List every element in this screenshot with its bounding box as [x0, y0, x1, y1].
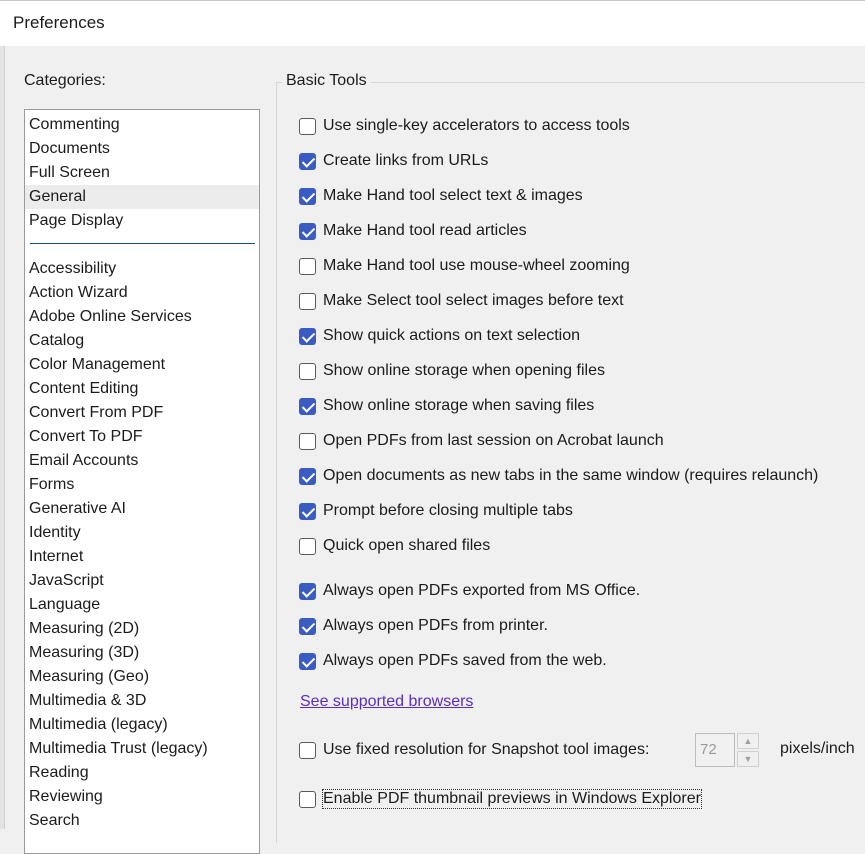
- category-separator: [25, 233, 259, 257]
- category-item[interactable]: Email Accounts: [25, 449, 259, 473]
- option-label: Quick open shared files: [323, 537, 491, 554]
- checkbox-checked[interactable]: [299, 397, 316, 415]
- basic-tools-option[interactable]: Prompt before closing multiple tabs: [299, 500, 573, 522]
- checkbox-unchecked[interactable]: [299, 362, 316, 380]
- option-label: Always open PDFs saved from the web.: [323, 652, 607, 669]
- window-title: Preferences: [13, 13, 105, 32]
- checkbox-checked[interactable]: [299, 152, 316, 170]
- category-item[interactable]: Generative AI: [25, 497, 259, 521]
- basic-tools-option[interactable]: Create links from URLs: [299, 150, 488, 172]
- basic-tools-label: Basic Tools: [282, 72, 371, 90]
- category-item[interactable]: Multimedia (legacy): [25, 713, 259, 737]
- basic-tools-option[interactable]: Make Select tool select images before te…: [299, 290, 624, 312]
- basic-tools-option[interactable]: Open documents as new tabs in the same w…: [299, 465, 818, 487]
- category-item[interactable]: Convert From PDF: [25, 401, 259, 425]
- checkbox-unchecked[interactable]: [299, 292, 316, 310]
- category-item[interactable]: Language: [25, 593, 259, 617]
- snapshot-resolution-checkbox[interactable]: [299, 741, 316, 759]
- checkbox-checked[interactable]: [299, 502, 316, 520]
- option-label: Always open PDFs from printer.: [323, 617, 548, 634]
- category-item[interactable]: Documents: [25, 137, 259, 161]
- category-item[interactable]: Full Screen: [25, 161, 259, 185]
- thumbnail-preview-label: Enable PDF thumbnail previews in Windows…: [322, 789, 702, 809]
- category-item[interactable]: JavaScript: [25, 569, 259, 593]
- title-bar: Preferences: [0, 0, 865, 47]
- option-label: Make Hand tool use mouse-wheel zooming: [323, 257, 630, 274]
- categories-list[interactable]: Commenting Documents Full Screen General Pag…: [24, 109, 260, 854]
- option-label: Open PDFs from last session on Acrobat l…: [323, 432, 664, 449]
- option-label: Prompt before closing multiple tabs: [323, 502, 573, 519]
- option-label: Create links from URLs: [323, 152, 489, 169]
- checkbox-checked[interactable]: [299, 617, 316, 635]
- left-border: [0, 46, 5, 829]
- basic-tools-option[interactable]: Quick open shared files: [299, 535, 490, 557]
- basic-tools-option[interactable]: Make Hand tool read articles: [299, 220, 527, 242]
- snapshot-resolution-input[interactable]: 72: [695, 733, 735, 767]
- category-item[interactable]: Forms: [25, 473, 259, 497]
- option-label: Make Hand tool select text & images: [323, 187, 583, 204]
- basic-tools-option[interactable]: Use single-key accelerators to access to…: [299, 115, 630, 137]
- category-item[interactable]: Identity: [25, 521, 259, 545]
- category-item[interactable]: Accessibility: [25, 257, 259, 281]
- snapshot-resolution-label: Use fixed resolution for Snapshot tool i…: [323, 741, 650, 758]
- category-item[interactable]: General: [25, 185, 259, 209]
- checkbox-checked[interactable]: [299, 652, 316, 670]
- category-item[interactable]: Content Editing: [25, 377, 259, 401]
- option-label: Use single-key accelerators to access to…: [323, 117, 630, 134]
- checkbox-unchecked[interactable]: [299, 432, 316, 450]
- basic-tools-option[interactable]: Always open PDFs exported from MS Office…: [299, 580, 640, 602]
- category-item[interactable]: Adobe Online Services: [25, 305, 259, 329]
- see-supported-browsers-link[interactable]: See supported browsers: [300, 693, 473, 711]
- category-item[interactable]: Action Wizard: [25, 281, 259, 305]
- option-label: Show quick actions on text selection: [323, 327, 581, 344]
- category-item[interactable]: Search: [25, 809, 259, 833]
- category-item[interactable]: Color Management: [25, 353, 259, 377]
- basic-tools-option[interactable]: Make Hand tool select text & images: [299, 185, 583, 207]
- option-label: Always open PDFs exported from MS Office…: [323, 582, 641, 599]
- basic-tools-option[interactable]: Always open PDFs saved from the web.: [299, 650, 607, 672]
- category-item[interactable]: Multimedia Trust (legacy): [25, 737, 259, 761]
- category-item[interactable]: Measuring (3D): [25, 641, 259, 665]
- category-item[interactable]: Measuring (2D): [25, 617, 259, 641]
- option-label: Show online storage when opening files: [323, 362, 605, 379]
- basic-tools-option[interactable]: Show quick actions on text selection: [299, 325, 580, 347]
- category-item[interactable]: Measuring (Geo): [25, 665, 259, 689]
- checkbox-unchecked[interactable]: [299, 257, 316, 275]
- checkbox-checked[interactable]: [299, 222, 316, 240]
- snapshot-resolution-spinner[interactable]: 72 ▲ ▼: [695, 733, 761, 767]
- basic-tools-option[interactable]: Open PDFs from last session on Acrobat l…: [299, 430, 664, 452]
- thumbnail-preview-checkbox[interactable]: [299, 790, 316, 808]
- checkbox-checked[interactable]: [299, 187, 316, 205]
- basic-tools-option[interactable]: Show online storage when opening files: [299, 360, 605, 382]
- category-item[interactable]: Multimedia & 3D: [25, 689, 259, 713]
- category-item[interactable]: Reading: [25, 761, 259, 785]
- category-item[interactable]: Commenting: [25, 113, 259, 137]
- checkbox-checked[interactable]: [299, 467, 316, 485]
- checkbox-unchecked[interactable]: [299, 537, 316, 555]
- snapshot-resolution-option[interactable]: Use fixed resolution for Snapshot tool i…: [299, 739, 649, 761]
- checkbox-checked[interactable]: [299, 582, 316, 600]
- thumbnail-preview-option[interactable]: Enable PDF thumbnail previews in Windows…: [299, 788, 702, 810]
- option-label: Show online storage when saving files: [323, 397, 595, 414]
- option-label: Make Hand tool read articles: [323, 222, 527, 239]
- spin-down-icon[interactable]: ▼: [737, 751, 759, 767]
- basic-tools-option[interactable]: Show online storage when saving files: [299, 395, 594, 417]
- snapshot-unit-label: pixels/inch: [780, 740, 855, 757]
- checkbox-unchecked[interactable]: [299, 117, 316, 135]
- spin-up-icon[interactable]: ▲: [737, 733, 759, 749]
- basic-tools-option[interactable]: Make Hand tool use mouse-wheel zooming: [299, 255, 630, 277]
- option-label: Open documents as new tabs in the same w…: [323, 467, 819, 484]
- category-item[interactable]: Page Display: [25, 209, 259, 233]
- option-label: Make Select tool select images before te…: [323, 292, 624, 309]
- categories-label: Categories:: [24, 72, 106, 89]
- checkbox-checked[interactable]: [299, 327, 316, 345]
- category-item[interactable]: Reviewing: [25, 785, 259, 809]
- category-item[interactable]: Catalog: [25, 329, 259, 353]
- category-item[interactable]: Convert To PDF: [25, 425, 259, 449]
- category-item[interactable]: Internet: [25, 545, 259, 569]
- basic-tools-option[interactable]: Always open PDFs from printer.: [299, 615, 548, 637]
